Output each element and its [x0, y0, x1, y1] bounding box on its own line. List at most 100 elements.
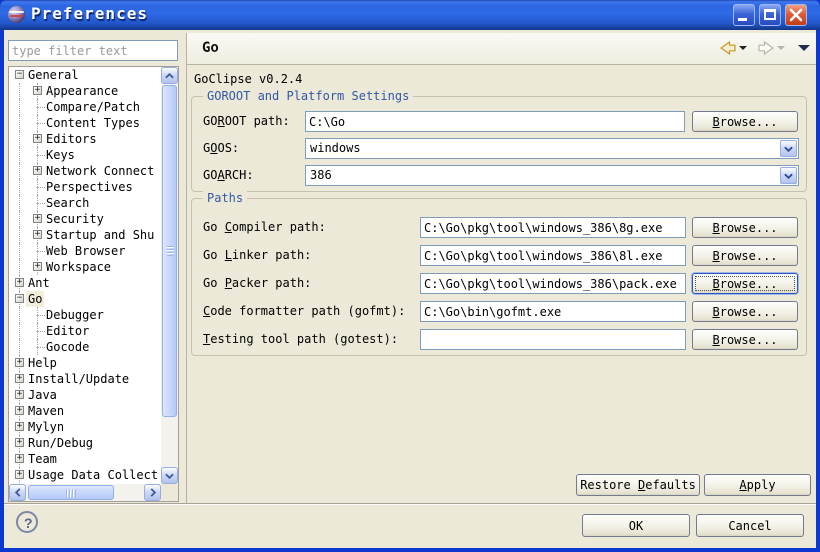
tree-item-label: Install/Update	[26, 371, 131, 387]
tree-item-web-browser[interactable]: Web Browser	[9, 243, 161, 259]
tree-item-usage-data-collect[interactable]: +Usage Data Collect	[9, 467, 161, 483]
go-linker-path-browse-button[interactable]: Browse...	[692, 245, 798, 266]
expand-toggle-icon[interactable]: +	[33, 214, 42, 223]
minimize-button[interactable]	[733, 4, 755, 26]
restore-defaults-button[interactable]: Restore Defaults	[576, 474, 700, 496]
combo-dropdown-button[interactable]	[780, 167, 797, 184]
tree-vertical-scrollbar[interactable]	[161, 67, 178, 484]
tree-item-java[interactable]: +Java	[9, 387, 161, 403]
tree-item-go[interactable]: −Go	[9, 291, 161, 307]
field-label: Code formatter path (gofmt):	[203, 301, 405, 322]
expand-toggle-icon[interactable]: +	[15, 358, 24, 367]
collapse-toggle-icon[interactable]: −	[15, 294, 24, 303]
tree-item-general[interactable]: −General	[9, 67, 161, 83]
combo-dropdown-button[interactable]	[780, 140, 797, 157]
scroll-right-button[interactable]	[144, 484, 161, 501]
tree-item-network-connect[interactable]: +Network Connect	[9, 163, 161, 179]
expand-toggle-icon[interactable]: +	[15, 470, 24, 479]
tree-item-label: Java	[26, 387, 59, 403]
splitter-sash[interactable]	[186, 33, 187, 504]
tree-item-run-debug[interactable]: +Run/Debug	[9, 435, 161, 451]
maximize-button[interactable]	[759, 4, 781, 26]
chevron-right-icon	[150, 488, 156, 497]
tree-item-security[interactable]: +Security	[9, 211, 161, 227]
cancel-button[interactable]: Cancel	[696, 514, 804, 537]
vertical-scroll-thumb[interactable]	[162, 85, 177, 417]
ok-button[interactable]: OK	[582, 514, 690, 537]
help-button[interactable]: ?	[16, 511, 38, 533]
goroot-path-input[interactable]	[305, 111, 685, 132]
window-title: Preferences	[31, 4, 148, 23]
group-paths: Paths Go Compiler path:Browse...Go Linke…	[191, 198, 807, 356]
scroll-left-button[interactable]	[9, 484, 26, 501]
back-history-dropdown-icon[interactable]	[739, 46, 747, 50]
tree-item-label: Web Browser	[44, 243, 127, 259]
tree-item-label: Startup and Shu	[44, 227, 156, 243]
goarch-combo[interactable]: 386	[305, 165, 799, 186]
field-label: Go Linker path:	[203, 245, 311, 266]
expand-toggle-icon[interactable]: +	[33, 262, 42, 271]
tree-item-debugger[interactable]: Debugger	[9, 307, 161, 323]
expand-toggle-icon[interactable]: +	[33, 86, 42, 95]
expand-toggle-icon[interactable]: +	[33, 230, 42, 239]
tree-item-ant[interactable]: +Ant	[9, 275, 161, 291]
form-row-go-linker-path: Go Linker path: Browse...	[192, 245, 806, 266]
code-formatter-path-gofmt-input[interactable]	[420, 301, 686, 322]
close-button[interactable]	[785, 4, 807, 26]
goroot-path-browse-button[interactable]: Browse...	[692, 111, 798, 132]
expand-toggle-icon[interactable]: +	[15, 390, 24, 399]
tree-item-maven[interactable]: +Maven	[9, 403, 161, 419]
tree-horizontal-scrollbar[interactable]	[9, 484, 161, 501]
tree-item-startup-and-shu[interactable]: +Startup and Shu	[9, 227, 161, 243]
expand-toggle-icon[interactable]: +	[33, 166, 42, 175]
page-title: Go	[202, 40, 219, 56]
go-packer-path-input[interactable]	[420, 273, 686, 294]
go-compiler-path-browse-button[interactable]: Browse...	[692, 217, 798, 238]
tree-item-team[interactable]: +Team	[9, 451, 161, 467]
expand-toggle-icon[interactable]: +	[15, 406, 24, 415]
tree-item-editors[interactable]: +Editors	[9, 131, 161, 147]
testing-tool-path-gotest-input[interactable]	[420, 329, 686, 350]
forward-arrow-icon[interactable]	[758, 41, 774, 55]
tree-item-perspectives[interactable]: Perspectives	[9, 179, 161, 195]
go-linker-path-input[interactable]	[420, 245, 686, 266]
expand-toggle-icon[interactable]: +	[15, 438, 24, 447]
expand-toggle-icon[interactable]: +	[15, 374, 24, 383]
back-arrow-icon[interactable]	[720, 41, 736, 55]
tree-item-help[interactable]: +Help	[9, 355, 161, 371]
expand-toggle-icon[interactable]: +	[15, 278, 24, 287]
tree-guide-line	[19, 227, 20, 243]
scroll-down-button[interactable]	[161, 467, 178, 484]
go-packer-path-browse-button[interactable]: Browse...	[692, 273, 798, 294]
tree-item-mylyn[interactable]: +Mylyn	[9, 419, 161, 435]
collapse-toggle-icon[interactable]: −	[15, 70, 24, 79]
testing-tool-path-gotest-browse-button[interactable]: Browse...	[692, 329, 798, 350]
expand-toggle-icon[interactable]: +	[33, 134, 42, 143]
tree-item-content-types[interactable]: Content Types	[9, 115, 161, 131]
tree-guide-line	[19, 131, 20, 147]
tree-item-editor[interactable]: Editor	[9, 323, 161, 339]
chevron-down-icon	[784, 146, 793, 152]
go-compiler-path-input[interactable]	[420, 217, 686, 238]
view-menu-icon[interactable]	[798, 45, 810, 51]
filter-input[interactable]	[8, 40, 178, 61]
tree-item-appearance[interactable]: +Appearance	[9, 83, 161, 99]
forward-history-dropdown-icon[interactable]	[777, 46, 785, 50]
code-formatter-path-gofmt-browse-button[interactable]: Browse...	[692, 301, 798, 322]
expand-toggle-icon[interactable]: +	[15, 454, 24, 463]
tree-item-label: Ant	[26, 275, 52, 291]
tree-rows: −General+AppearanceCompare/PatchContent …	[9, 67, 161, 484]
titlebar[interactable]: Preferences	[0, 0, 820, 30]
tree-item-gocode[interactable]: Gocode	[9, 339, 161, 355]
tree-item-workspace[interactable]: +Workspace	[9, 259, 161, 275]
chevron-up-icon	[165, 73, 174, 79]
goos-combo[interactable]: windows	[305, 138, 799, 159]
apply-button[interactable]: Apply	[704, 474, 811, 496]
tree-item-compare-patch[interactable]: Compare/Patch	[9, 99, 161, 115]
tree-item-keys[interactable]: Keys	[9, 147, 161, 163]
tree-item-install-update[interactable]: +Install/Update	[9, 371, 161, 387]
tree-item-search[interactable]: Search	[9, 195, 161, 211]
horizontal-scroll-thumb[interactable]	[28, 485, 114, 500]
scroll-up-button[interactable]	[161, 67, 178, 84]
expand-toggle-icon[interactable]: +	[15, 422, 24, 431]
